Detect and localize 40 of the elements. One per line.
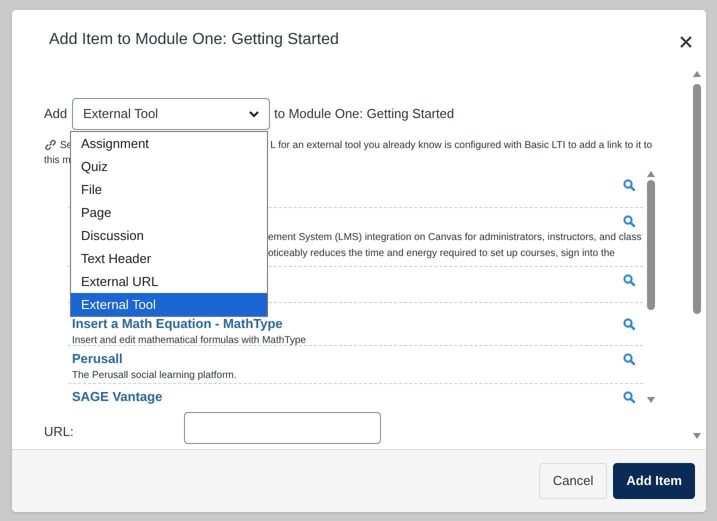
dropdown-option[interactable]: External Tool	[71, 293, 267, 316]
tool-description: The Perusall social learning platform.	[72, 369, 237, 383]
search-icon[interactable]	[623, 274, 635, 286]
scroll-up-icon[interactable]	[692, 70, 702, 78]
close-icon[interactable]	[680, 36, 692, 48]
dropdown-option[interactable]: External URL	[71, 270, 267, 293]
url-input[interactable]	[184, 412, 381, 444]
caret-icon	[249, 110, 260, 118]
scroll-up-icon[interactable]	[646, 170, 656, 178]
intro-text: this m	[44, 154, 71, 168]
search-icon[interactable]	[623, 179, 635, 191]
scroll-down-icon[interactable]	[646, 396, 656, 404]
tool-description: Insert and edit mathematical formulas with MathType	[72, 334, 306, 348]
scrollbar-thumb[interactable]	[647, 180, 655, 310]
dropdown-option[interactable]: Text Header	[71, 247, 267, 270]
tool-name-link[interactable]: Perusall	[68, 349, 123, 369]
dropdown-option[interactable]: File	[71, 178, 267, 201]
tool-description: ement System (LMS) integration on Canvas for administrators, instructors, and class	[268, 231, 642, 245]
dropdown-option[interactable]: Assignment	[71, 132, 267, 155]
scrollbar-thumb[interactable]	[693, 84, 701, 314]
dialog-title: Add Item to Module One: Getting Started	[49, 30, 339, 50]
add-label: Add	[44, 105, 68, 124]
dropdown-option[interactable]: Quiz	[71, 155, 267, 178]
add-item-button[interactable]: Add Item	[613, 463, 695, 499]
type-select[interactable]: External Tool	[72, 98, 270, 130]
dropdown-option[interactable]: Page	[71, 201, 267, 224]
search-icon[interactable]	[623, 353, 635, 365]
intro-text: L for an external tool you already know is configured with Basic LTI to add a link to it to	[270, 138, 652, 152]
tool-name-link[interactable]: Insert a Math Equation - MathType	[68, 314, 283, 334]
dropdown-option[interactable]: Discussion	[71, 224, 267, 247]
link-icon	[44, 139, 57, 151]
search-icon[interactable]	[623, 215, 635, 227]
search-icon[interactable]	[623, 318, 635, 330]
cancel-button[interactable]: Cancel	[538, 463, 608, 499]
search-icon[interactable]	[623, 391, 635, 403]
tool-description: oticeably reduces the time and energy required to set up courses, sign into the	[268, 247, 615, 261]
tool-name-link[interactable]: SAGE Vantage	[68, 387, 162, 404]
url-label: URL:	[44, 423, 75, 441]
module-label: to Module One: Getting Started	[274, 105, 454, 124]
scroll-down-icon[interactable]	[692, 432, 702, 440]
